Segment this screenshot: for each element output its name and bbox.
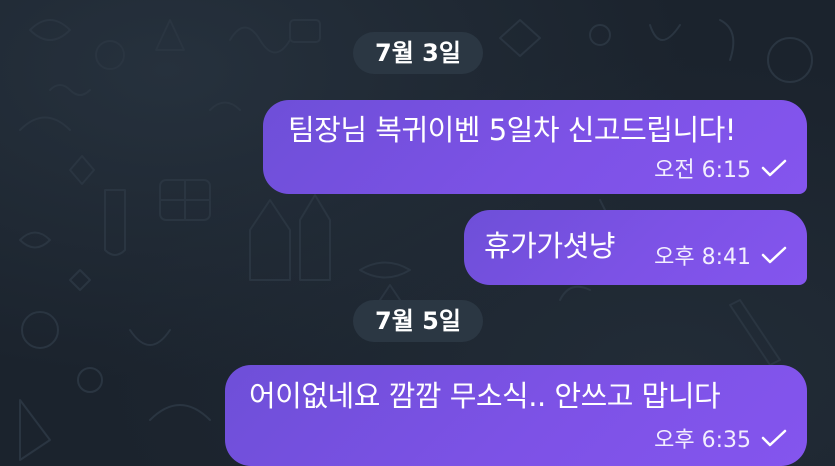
message-text: 어이없네요 깜깜 무소식.. 안쓰고 맙니다 [249,379,721,413]
single-check-icon [761,246,787,264]
date-separator-label: 7월 3일 [375,39,461,67]
message-time: 오후 8:41 [654,245,751,270]
single-check-icon [761,159,787,177]
message-time: 오후 6:35 [654,428,751,453]
message-meta: 오후 8:41 [654,239,787,271]
message-meta: 오전 6:15 [654,152,787,184]
outgoing-message-bubble[interactable]: 팀장님 복귀이벤 5일차 신고드립니다! 오전 6:15 [263,100,807,194]
date-separator: 7월 3일 [353,32,483,74]
date-separator: 7월 5일 [353,300,483,342]
message-text: 팀장님 복귀이벤 5일차 신고드립니다! [288,113,736,147]
single-check-icon [761,429,787,447]
message-text: 휴가가셧냥 [484,229,615,263]
outgoing-message-bubble[interactable]: 어이없네요 깜깜 무소식.. 안쓰고 맙니다 오후 6:35 [225,365,807,466]
message-time: 오전 6:15 [654,158,751,183]
message-meta: 오후 6:35 [654,422,787,454]
date-separator-label: 7월 5일 [375,307,461,335]
outgoing-message-bubble[interactable]: 휴가가셧냥 오후 8:41 [464,210,807,285]
